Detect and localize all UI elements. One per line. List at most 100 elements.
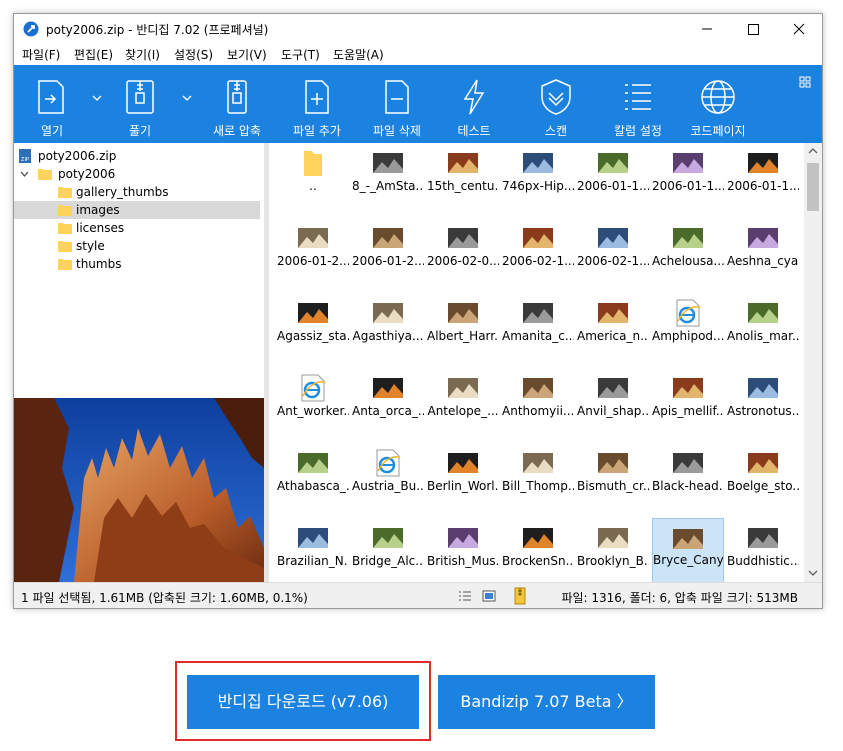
minimize-button[interactable] — [684, 14, 730, 44]
file-item[interactable]: Anvil_shap... — [577, 368, 649, 440]
file-item[interactable]: 2006-02-1... — [577, 218, 649, 290]
tree-item-gallery-thumbs[interactable]: gallery_thumbs — [56, 183, 260, 201]
file-item[interactable]: 2006-01-1... — [577, 143, 649, 215]
vertical-scrollbar[interactable] — [804, 143, 822, 582]
file-item[interactable]: .. — [277, 143, 349, 215]
scroll-up-icon[interactable] — [808, 147, 818, 155]
file-item[interactable]: Agasthiya... — [352, 293, 424, 365]
toolbar-delete-file-button[interactable]: 파일 삭제 — [362, 65, 432, 143]
file-item[interactable]: Black-head... — [652, 443, 724, 515]
toolbar-test-button[interactable]: 테스트 — [444, 65, 504, 143]
file-item[interactable]: 2006-02-0... — [427, 218, 499, 290]
close-button[interactable] — [776, 14, 822, 44]
file-item[interactable]: BrockenSn... — [502, 518, 574, 582]
file-item[interactable]: Buddhistic... — [727, 518, 799, 582]
scroll-down-icon[interactable] — [808, 569, 818, 577]
file-item[interactable]: Anta_orca_... — [352, 368, 424, 440]
file-name-label: Anta_orca_... — [352, 404, 424, 418]
file-item[interactable]: Austria_Bu... — [352, 443, 424, 515]
file-item[interactable]: Albert_Harr... — [427, 293, 499, 365]
file-name-label: 2006-02-1... — [577, 254, 649, 268]
file-item[interactable]: Antelope_... — [427, 368, 499, 440]
menu-view[interactable]: 보기(V) — [227, 46, 267, 63]
toolbar-codepage-button[interactable]: 코드페이지 — [680, 65, 756, 143]
file-item[interactable]: Anolis_mar... — [727, 293, 799, 365]
tree-item-poty2006[interactable]: poty2006 — [14, 165, 264, 183]
chevron-down-icon[interactable] — [91, 93, 103, 103]
file-item[interactable]: Bridge_Alc... — [352, 518, 424, 582]
download-button[interactable]: 반디집 다운로드 (v7.06) — [187, 675, 419, 729]
thumbnail-view-icon[interactable] — [482, 590, 496, 602]
image-thumbnail-icon — [448, 153, 478, 173]
menu-file[interactable]: 파일(F) — [22, 46, 60, 63]
file-item[interactable]: Bill_Thomp... — [502, 443, 574, 515]
image-thumbnail-icon — [598, 303, 628, 323]
maximize-button[interactable] — [730, 14, 776, 44]
file-item[interactable]: 2006-01-2... — [352, 218, 424, 290]
toolbar-new-archive-button[interactable]: 새로 압축 — [202, 65, 272, 143]
tree-item-images[interactable]: images — [14, 201, 260, 219]
tree-item-thumbs[interactable]: thumbs — [56, 255, 260, 273]
tree-item-licenses[interactable]: licenses — [56, 219, 260, 237]
file-item[interactable]: Ant_worker... — [277, 368, 349, 440]
file-item[interactable]: 8_-_AmSta... — [352, 143, 424, 215]
file-item[interactable]: Agassiz_sta... — [277, 293, 349, 365]
file-item[interactable]: America_n... — [577, 293, 649, 365]
file-item[interactable]: Brazilian_N... — [277, 518, 349, 582]
menu-edit[interactable]: 편집(E) — [74, 46, 113, 63]
image-thumbnail-icon — [298, 303, 328, 323]
file-item[interactable]: Amanita_c... — [502, 293, 574, 365]
file-item[interactable]: 15th_centu... — [427, 143, 499, 215]
preview-canyon-image — [14, 398, 264, 582]
image-thumbnail-icon — [448, 528, 478, 548]
details-view-icon[interactable] — [458, 590, 472, 602]
file-item[interactable]: Achelousa... — [652, 218, 724, 290]
toolbar-open-button[interactable]: 열기 — [22, 65, 82, 143]
file-name-label: 2006-01-1... — [577, 179, 649, 193]
file-name-label: Apis_mellif... — [652, 404, 724, 418]
file-name-label: Antelope_... — [427, 404, 499, 418]
tree-item-style[interactable]: style — [56, 237, 260, 255]
image-thumbnail-icon — [748, 228, 778, 248]
toolbar-codepage-label: 코드페이지 — [690, 124, 746, 138]
file-item[interactable]: Athabasca_... — [277, 443, 349, 515]
file-item[interactable]: 2006-02-1... — [502, 218, 574, 290]
view-mode-icon[interactable] — [799, 76, 811, 88]
file-item[interactable]: 746px-Hip... — [502, 143, 574, 215]
file-item[interactable]: Apis_mellif... — [652, 368, 724, 440]
image-thumbnail-icon — [523, 153, 553, 173]
file-item[interactable]: Aeshna_cya... — [727, 218, 799, 290]
open-archive-icon — [38, 80, 64, 114]
menu-find[interactable]: 찾기(I) — [125, 46, 160, 63]
file-item[interactable]: 2006-01-1... — [727, 143, 799, 215]
chevron-down-icon[interactable] — [20, 170, 29, 178]
file-item[interactable]: British_Mus... — [427, 518, 499, 582]
toolbar-extract-button[interactable]: 풀기 — [110, 65, 170, 143]
toolbar-column-settings-button[interactable]: 칼럼 설정 — [602, 65, 674, 143]
file-item[interactable]: Amphipod... — [652, 293, 724, 365]
menu-tools[interactable]: 도구(T) — [281, 46, 320, 63]
folder-icon — [58, 241, 72, 252]
file-item[interactable]: Brooklyn_B... — [577, 518, 649, 582]
menu-help[interactable]: 도움말(A) — [333, 46, 384, 63]
file-item[interactable]: Bismuth_cr... — [577, 443, 649, 515]
file-item[interactable]: Astronotus... — [727, 368, 799, 440]
tree-root-label: poty2006.zip — [38, 149, 117, 163]
file-item[interactable]: Anthomyii... — [502, 368, 574, 440]
menu-settings[interactable]: 설정(S) — [174, 46, 213, 63]
file-item[interactable]: Berlin_Worl... — [427, 443, 499, 515]
chevron-down-icon[interactable] — [181, 93, 193, 103]
toolbar-scan-button[interactable]: 스캔 — [526, 65, 586, 143]
file-name-label: Bill_Thomp... — [502, 479, 574, 493]
file-name-label: Albert_Harr... — [427, 329, 499, 343]
file-item[interactable]: Bryce_Canyon_Hoodoos_i — [652, 518, 724, 582]
toolbar-add-file-button[interactable]: 파일 추가 — [282, 65, 352, 143]
image-thumbnail-icon — [523, 453, 553, 473]
file-item[interactable]: 2006-01-1... — [652, 143, 724, 215]
tree-item-root[interactable]: ZIP poty2006.zip — [14, 147, 264, 165]
file-item[interactable]: Boelge_sto... — [727, 443, 799, 515]
beta-download-button[interactable]: Bandizip 7.07 Beta 〉 — [438, 675, 655, 729]
archive-lock-icon[interactable] — [514, 587, 526, 605]
file-item[interactable]: 2006-01-2... — [277, 218, 349, 290]
scrollbar-thumb[interactable] — [807, 163, 819, 211]
